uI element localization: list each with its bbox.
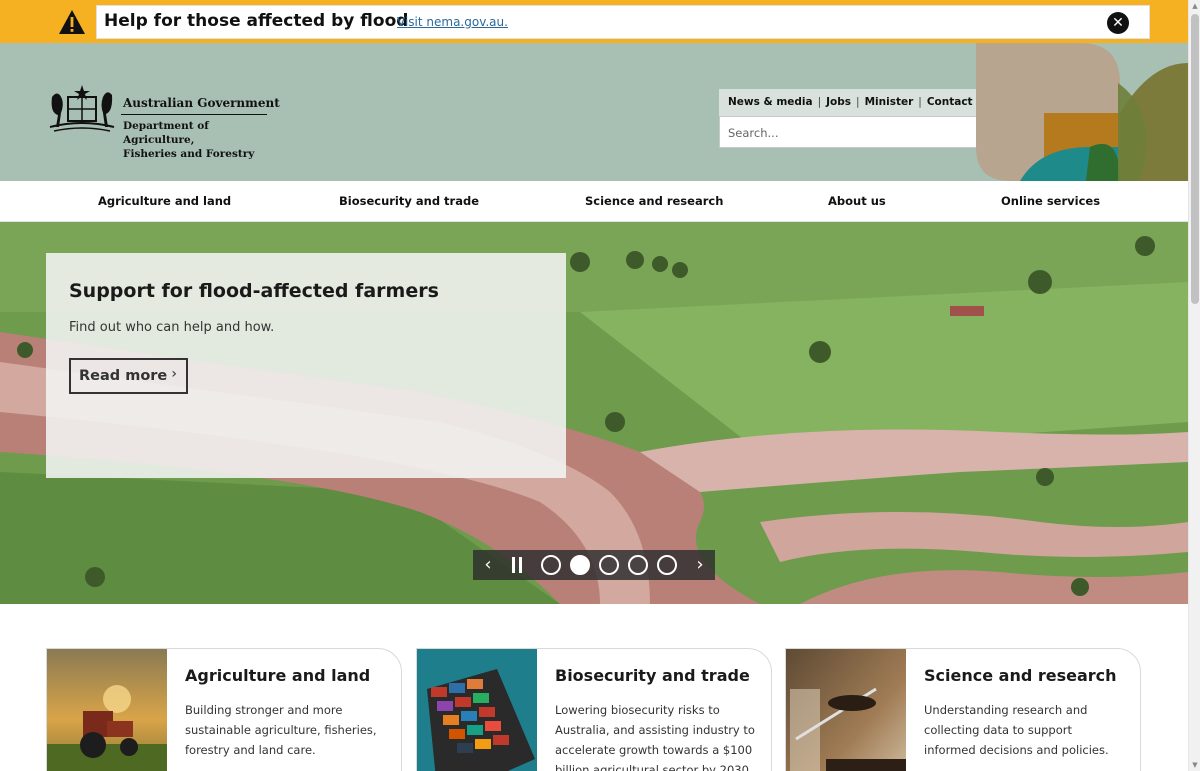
nav-item-about-us[interactable]: About us [828,194,886,208]
card-title: Science and research [924,666,1117,685]
chevron-right-icon: › [171,366,177,382]
utility-separator: | [918,96,922,108]
logo-department-line-2: Fisheries and Forestry [123,148,255,160]
hero-card: Support for flood-affected farmers Find … [46,253,566,478]
card-science-and-research[interactable]: Science and research Understanding resea… [785,648,1141,771]
alert-link[interactable]: Visit nema.gov.au. [397,15,508,29]
nav-item-online-services[interactable]: Online services [1001,194,1100,208]
card-agriculture-and-land[interactable]: Agriculture and land Building stronger a… [46,648,402,771]
scrollbar-thumb[interactable] [1191,14,1199,304]
carousel-dot-1[interactable] [541,555,561,575]
logo-department-name: Department of Agriculture, Fisheries and… [123,119,276,161]
carousel-dot-3[interactable] [599,555,619,575]
carousel-dot-5[interactable] [657,555,677,575]
logo-government-name: Australian Government [123,96,280,110]
utility-link-minister[interactable]: Minister [865,96,914,108]
carousel-prev-button[interactable]: ‹ [478,553,498,577]
scroll-down-arrow-icon[interactable]: ▼ [1191,761,1199,769]
site-header: Australian Government Department of Agri… [0,43,1188,181]
logo-divider [121,114,267,115]
card-text: Lowering biosecurity risks to Australia,… [555,703,755,771]
carousel-next-button[interactable]: › [690,553,710,577]
search-input[interactable] [728,124,988,142]
utility-separator: | [817,96,822,108]
read-more-label: Read more [79,368,168,384]
header-decoration [976,43,1188,181]
card-title: Biosecurity and trade [555,666,750,685]
main-navigation: Agriculture and land Biosecurity and tra… [0,181,1188,222]
pause-icon[interactable] [509,557,525,573]
utility-link-jobs[interactable]: Jobs [826,96,851,108]
card-title: Agriculture and land [185,666,371,685]
utility-link-news-media[interactable]: News & media [728,96,813,108]
read-more-button[interactable]: Read more › [69,358,188,394]
soil-sample-image [786,649,906,771]
nav-item-agriculture-and-land[interactable]: Agriculture and land [98,194,231,208]
alert-banner: Help for those affected by flood Visit n… [0,0,1188,43]
tractor-sunset-image [47,649,167,771]
utility-separator: | [856,96,860,108]
carousel-controls: ‹ › [473,550,715,580]
logo-department-line-1: Department of Agriculture, [123,120,209,146]
carousel-dot-4[interactable] [628,555,648,575]
hero-text: Find out who can help and how. [69,320,275,335]
alert-title: Help for those affected by flood [104,11,409,31]
card-biosecurity-and-trade[interactable]: Biosecurity and trade Lowering biosecuri… [416,648,772,771]
coat-of-arms-icon [49,85,115,132]
page-scrollbar[interactable]: ▲ ▼ [1188,0,1200,771]
hero-title: Support for flood-affected farmers [69,280,439,302]
nav-item-biosecurity-and-trade[interactable]: Biosecurity and trade [339,194,479,208]
card-text: Understanding research and collecting da… [924,703,1109,757]
close-icon[interactable]: ✕ [1107,12,1129,34]
carousel-dot-2[interactable] [570,555,590,575]
scroll-up-arrow-icon[interactable]: ▲ [1191,2,1199,10]
alert-message-box: Help for those affected by flood Visit n… [96,5,1150,39]
hero-carousel: Support for flood-affected farmers Find … [0,222,1188,604]
site-logo[interactable]: Australian Government Department of Agri… [46,83,280,160]
card-text: Building stronger and more sustainable a… [185,703,377,757]
container-ship-image [417,649,537,771]
nav-item-science-and-research[interactable]: Science and research [585,194,723,208]
warning-triangle-icon [59,10,85,34]
